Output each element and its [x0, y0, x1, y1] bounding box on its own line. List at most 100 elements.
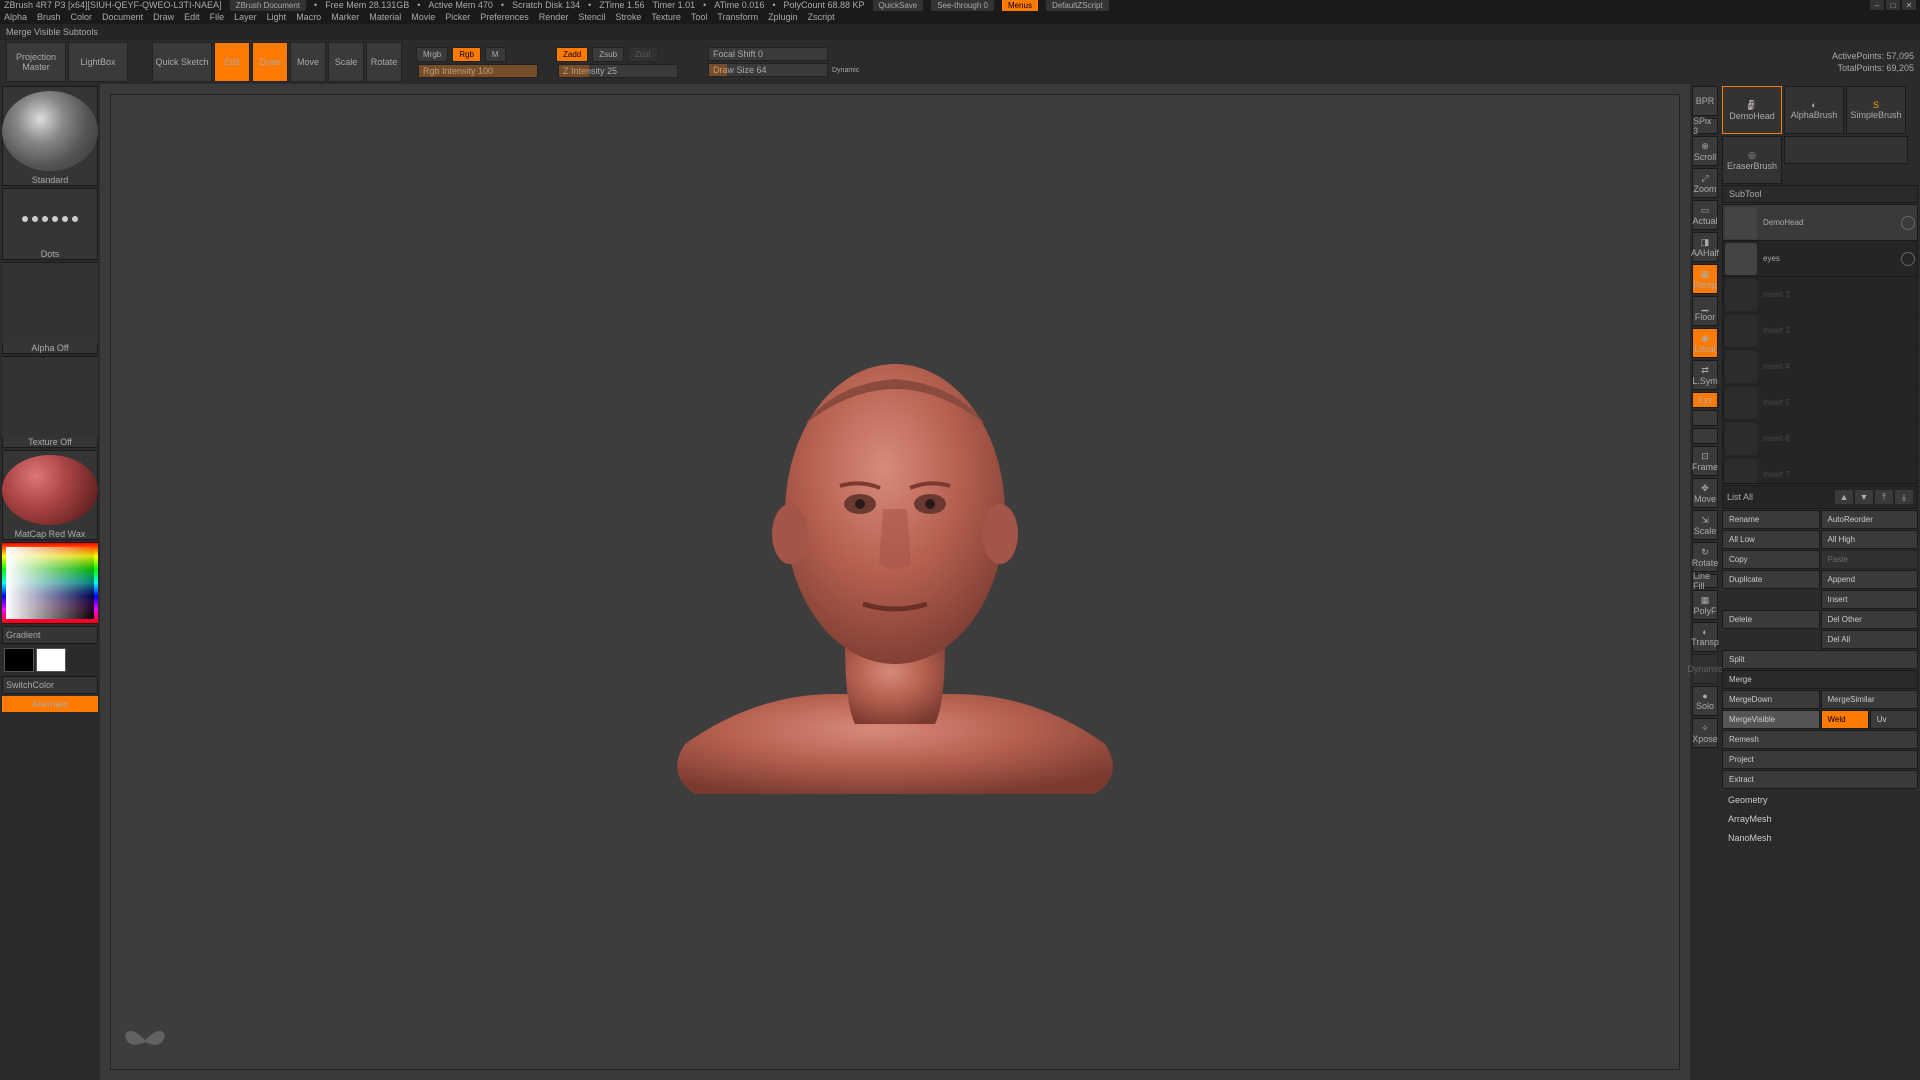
subtool-row[interactable]: DemoHead [1723, 205, 1917, 241]
quicksketch-button[interactable]: Quick Sketch [152, 42, 212, 82]
rgb-intensity-slider[interactable]: Rgb Intensity 100 [418, 64, 538, 78]
top-icon[interactable]: ⤒ [1875, 490, 1893, 504]
tool-alphabrush[interactable]: ◐AlphaBrush [1784, 86, 1844, 134]
frame-button[interactable]: ⊡Frame [1692, 446, 1718, 476]
persp-button[interactable]: ▦Persp [1692, 264, 1718, 294]
gradient-toggle[interactable]: Gradient [2, 626, 98, 644]
down-icon[interactable]: ▼ [1855, 490, 1873, 504]
z-button[interactable] [1692, 428, 1718, 444]
close-button[interactable]: ✕ [1902, 0, 1916, 10]
subtool-row[interactable]: Insert 7 [1723, 457, 1917, 484]
zadd-button[interactable]: Zadd [556, 47, 588, 62]
append-button[interactable]: Append [1821, 570, 1919, 589]
max-button[interactable]: □ [1886, 0, 1900, 10]
linefill-button[interactable]: Line Fill [1692, 574, 1718, 588]
tool-demohead[interactable]: 🗿DemoHead [1722, 86, 1782, 134]
menu-file[interactable]: File [210, 12, 225, 22]
transp-button[interactable]: ◐Transp [1692, 622, 1718, 652]
nav-scale-button[interactable]: ⇲Scale [1692, 510, 1718, 540]
extract-section[interactable]: Extract [1722, 770, 1918, 789]
black-swatch[interactable] [4, 648, 34, 672]
xyz-button[interactable]: Xyz [1692, 392, 1718, 408]
lsym-button[interactable]: ⇄L.Sym [1692, 360, 1718, 390]
subtool-header[interactable]: SubTool [1722, 185, 1918, 203]
default-script[interactable]: DefaultZScript [1046, 0, 1109, 11]
subtool-row[interactable]: Insert 3 [1723, 313, 1917, 349]
menu-draw[interactable]: Draw [153, 12, 174, 22]
subtool-row[interactable]: eyes [1723, 241, 1917, 277]
material-selector[interactable]: MatCap Red Wax [2, 450, 98, 540]
dynamic-label[interactable]: Dynamic [832, 67, 859, 74]
weld-button[interactable]: Weld [1821, 710, 1869, 729]
menus-button[interactable]: Menus [1002, 0, 1038, 11]
mergedown-button[interactable]: MergeDown [1722, 690, 1820, 709]
delete-button[interactable]: Delete [1722, 610, 1820, 629]
menu-light[interactable]: Light [267, 12, 287, 22]
eye-icon[interactable] [1901, 252, 1915, 266]
local-button[interactable]: ◉Local [1692, 328, 1718, 358]
draw-size-slider[interactable]: Draw Size 64 [708, 63, 828, 77]
duplicate-button[interactable]: Duplicate [1722, 570, 1820, 589]
menu-brush[interactable]: Brush [37, 12, 61, 22]
uv-button[interactable]: Uv [1870, 710, 1918, 729]
mergesimilar-button[interactable]: MergeSimilar [1821, 690, 1919, 709]
subtool-row[interactable]: Insert 3 [1723, 277, 1917, 313]
mergevisible-button[interactable]: MergeVisible [1722, 710, 1820, 729]
brush-selector[interactable]: Standard [2, 86, 98, 186]
bottom-icon[interactable]: ⤓ [1895, 490, 1913, 504]
zcut-button[interactable]: Zcut [628, 47, 658, 62]
floor-button[interactable]: ▁Floor [1692, 296, 1718, 326]
subtool-row[interactable]: Insert 4 [1723, 349, 1917, 385]
copy-button[interactable]: Copy [1722, 550, 1820, 569]
rename-button[interactable]: Rename [1722, 510, 1820, 529]
mrgb-button[interactable]: Mrgb [416, 47, 448, 62]
subtool-row[interactable]: Insert 5 [1723, 385, 1917, 421]
project-section[interactable]: Project [1722, 750, 1918, 769]
menu-picker[interactable]: Picker [445, 12, 470, 22]
solo-button[interactable]: ●Solo [1692, 686, 1718, 716]
autoreorder-button[interactable]: AutoReorder [1821, 510, 1919, 529]
m-button[interactable]: M [485, 47, 506, 62]
z-intensity-slider[interactable]: Z Intensity 25 [558, 64, 678, 78]
aahalf-button[interactable]: ◨AAHalf [1692, 232, 1718, 262]
list-all[interactable]: List All ▲ ▼ ⤒ ⤓ [1722, 485, 1918, 509]
tool-large-thumb[interactable] [1784, 136, 1908, 164]
menu-marker[interactable]: Marker [331, 12, 359, 22]
edit-button[interactable]: Edit [214, 42, 250, 82]
geometry-section[interactable]: Geometry [1722, 792, 1918, 808]
projection-master-button[interactable]: Projection Master [6, 42, 66, 82]
quicksave-button[interactable]: QuickSave [873, 0, 924, 11]
tool-eraserbrush[interactable]: ◎EraserBrush [1722, 136, 1782, 184]
merge-section[interactable]: Merge [1722, 670, 1918, 689]
subtool-row[interactable]: Insert 6 [1723, 421, 1917, 457]
menu-alpha[interactable]: Alpha [4, 12, 27, 22]
menu-material[interactable]: Material [369, 12, 401, 22]
spix-slider[interactable]: SPix 3 [1692, 118, 1718, 134]
actual-button[interactable]: ▭Actual [1692, 200, 1718, 230]
alternate-button[interactable]: Alternate [2, 696, 98, 712]
remesh-section[interactable]: Remesh [1722, 730, 1918, 749]
alpha-selector[interactable]: Alpha Off [2, 262, 98, 354]
menu-macro[interactable]: Macro [296, 12, 321, 22]
nav-rotate-button[interactable]: ↻Rotate [1692, 542, 1718, 572]
min-button[interactable]: ‒ [1870, 0, 1884, 10]
alllow-button[interactable]: All Low [1722, 530, 1820, 549]
zoom-button[interactable]: ⤢Zoom [1692, 168, 1718, 198]
up-icon[interactable]: ▲ [1835, 490, 1853, 504]
menu-zplugin[interactable]: Zplugin [768, 12, 798, 22]
bpr-button[interactable]: BPR [1692, 86, 1718, 116]
menu-render[interactable]: Render [539, 12, 569, 22]
menu-layer[interactable]: Layer [234, 12, 257, 22]
y-button[interactable] [1692, 410, 1718, 426]
focal-shift-slider[interactable]: Focal Shift 0 [708, 47, 828, 61]
rgb-button[interactable]: Rgb [452, 47, 481, 62]
menu-movie[interactable]: Movie [411, 12, 435, 22]
menu-transform[interactable]: Transform [717, 12, 758, 22]
white-swatch[interactable] [36, 648, 66, 672]
dynamic-button[interactable]: Dynamic [1692, 654, 1718, 684]
menu-tool[interactable]: Tool [691, 12, 708, 22]
menu-preferences[interactable]: Preferences [480, 12, 529, 22]
arraymesh-section[interactable]: ArrayMesh [1722, 811, 1918, 827]
menu-zscript[interactable]: Zscript [808, 12, 835, 22]
eye-icon[interactable] [1901, 216, 1915, 230]
